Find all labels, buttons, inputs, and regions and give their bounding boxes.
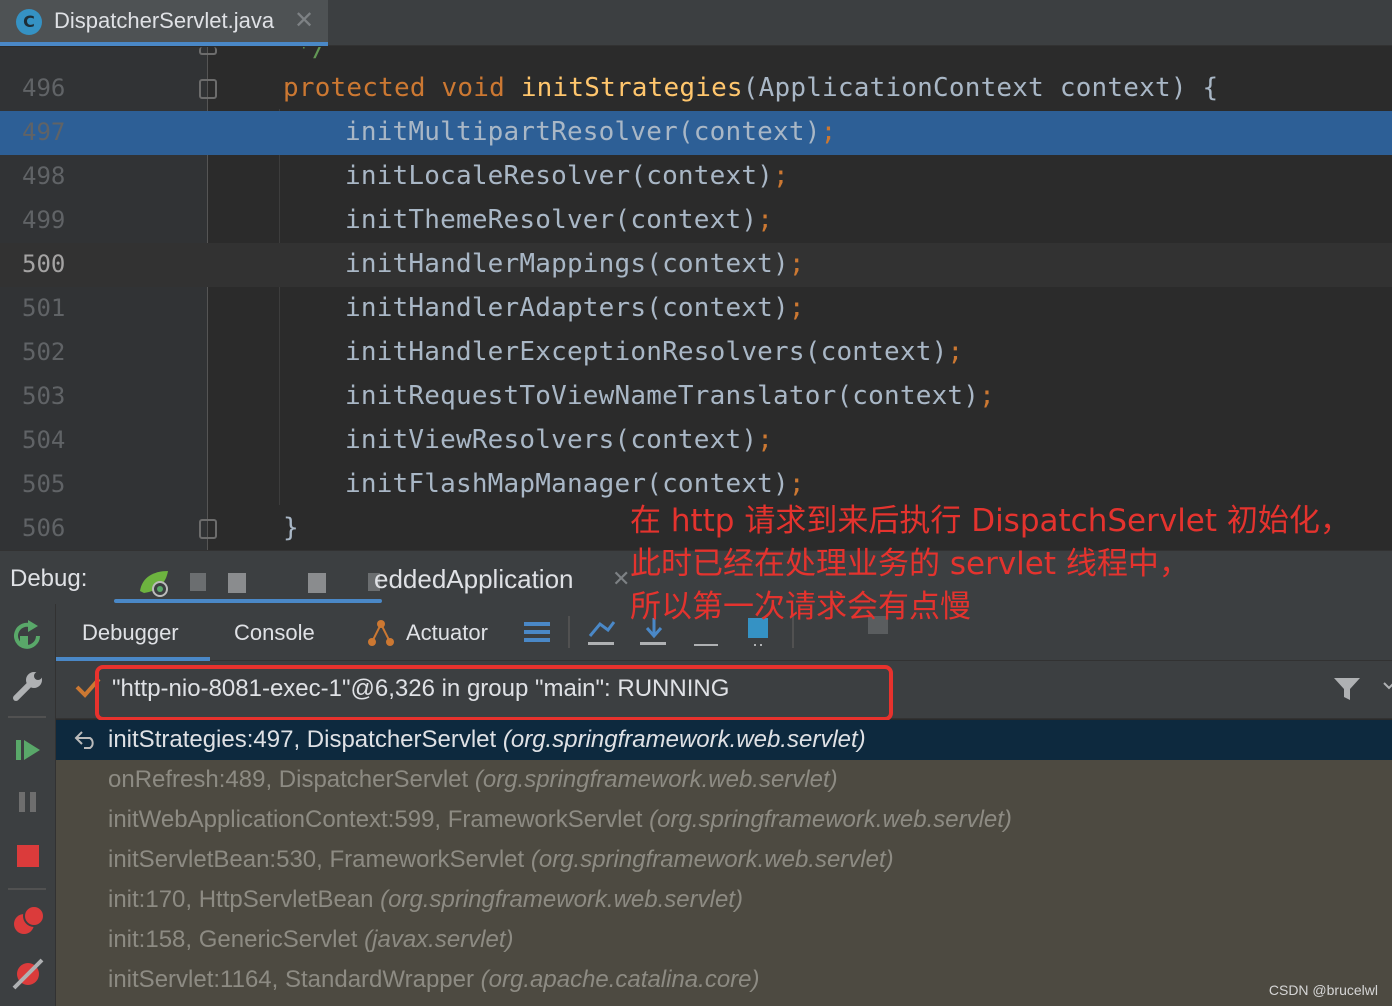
- line-number[interactable]: 504: [22, 426, 65, 454]
- code-line-498: 498 initLocaleResolver(context);: [0, 155, 1392, 199]
- toolbar-separator: [568, 616, 570, 648]
- line-number[interactable]: 503: [22, 382, 65, 410]
- code-line-504: 504 initViewResolvers(context);: [0, 419, 1392, 463]
- comment-end: */: [296, 47, 328, 63]
- redacted-block: [228, 573, 246, 593]
- code-line-497-execution-point: 497 initMultipartResolver(context);: [0, 111, 1392, 155]
- code-text: initHandlerAdapters(context);: [345, 293, 805, 323]
- frame-label: initServletBean:530, FrameworkServlet (o…: [108, 846, 894, 873]
- red-annotation-text: 在 http 请求到来后执行 DispatchServlet 初始化， 此时已经…: [630, 500, 1351, 629]
- close-icon[interactable]: ✕: [612, 567, 630, 592]
- toolbar-separator: [8, 888, 46, 890]
- fold-marker-icon[interactable]: [199, 79, 217, 99]
- close-icon[interactable]: ✕: [294, 6, 314, 34]
- frame-label: initStrategies:497, DispatcherServlet (o…: [108, 726, 866, 753]
- debug-side-toolbar: [0, 604, 56, 1006]
- tab-actuator[interactable]: Actuator: [406, 620, 488, 646]
- code-editor[interactable]: */ 496 protected void initStrategies(App…: [0, 47, 1392, 550]
- code-text: initViewResolvers(context);: [345, 425, 774, 455]
- code-text: initFlashMapManager(context);: [345, 469, 805, 499]
- line-number[interactable]: 498: [22, 162, 65, 190]
- annotation-highlight-box: [95, 665, 893, 721]
- code-line-503: 503 initRequestToViewNameTranslator(cont…: [0, 375, 1392, 419]
- watermark: CSDN @brucelwl: [1268, 982, 1378, 998]
- code-line-499: 499 initThemeResolver(context);: [0, 199, 1392, 243]
- show-execution-point-icon[interactable]: [584, 614, 620, 650]
- code-line-partial: */: [0, 47, 1392, 69]
- line-number[interactable]: 502: [22, 338, 65, 366]
- fold-marker-icon[interactable]: [199, 519, 217, 539]
- chevron-down-icon[interactable]: [1382, 675, 1392, 695]
- stop-icon[interactable]: [8, 836, 48, 876]
- stack-frame-row[interactable]: initWebApplicationContext:599, Framework…: [56, 800, 1392, 840]
- frame-label: init:158, GenericServlet (javax.servlet): [108, 926, 514, 953]
- line-number[interactable]: 500: [22, 250, 65, 278]
- annotation-line-3: 所以第一次请求会有点慢: [630, 589, 971, 625]
- view-breakpoints-icon[interactable]: [8, 900, 48, 940]
- code-text: initThemeResolver(context);: [345, 205, 774, 235]
- run-configuration-tab-label[interactable]: eddedApplication: [374, 564, 574, 595]
- stack-frame-row[interactable]: initStrategies:497, DispatcherServlet (o…: [56, 720, 1392, 760]
- annotation-line-1: 在 http 请求到来后执行 DispatchServlet 初始化，: [630, 503, 1351, 539]
- java-class-icon: C: [16, 9, 42, 35]
- frame-label: initServlet:1164, StandardWrapper (org.a…: [108, 966, 760, 993]
- line-number[interactable]: 496: [22, 74, 65, 102]
- stack-frames-list: initStrategies:497, DispatcherServlet (o…: [56, 720, 1392, 1006]
- active-run-tab-indicator: [114, 599, 382, 603]
- frame-label: init:170, HttpServletBean (org.springfra…: [108, 886, 743, 913]
- fold-marker-icon[interactable]: [199, 47, 217, 55]
- tab-debugger[interactable]: Debugger: [82, 620, 179, 646]
- code-line-502: 502 initHandlerExceptionResolvers(contex…: [0, 331, 1392, 375]
- return-arrow-icon: [74, 731, 94, 749]
- debug-title: Debug:: [10, 565, 88, 592]
- line-number[interactable]: 501: [22, 294, 65, 322]
- code-line-496: 496 protected void initStrategies(Applic…: [0, 67, 1392, 111]
- line-number[interactable]: 505: [22, 470, 65, 498]
- pause-program-icon[interactable]: [8, 782, 48, 822]
- filter-icon[interactable]: [1332, 675, 1362, 703]
- editor-tab-bar: C DispatcherServlet.java ✕: [0, 0, 1392, 46]
- wrench-icon[interactable]: [8, 666, 48, 706]
- code-line-500-caret: 500 initHandlerMappings(context);: [0, 243, 1392, 287]
- frame-label: initWebApplicationContext:599, Framework…: [108, 806, 1012, 833]
- code-text: initHandlerMappings(context);: [345, 249, 805, 279]
- stack-frame-row[interactable]: onRefresh:489, DispatcherServlet (org.sp…: [56, 760, 1392, 800]
- code-text: protected void initStrategies(Applicatio…: [283, 73, 1219, 103]
- actuator-icon[interactable]: [364, 616, 398, 650]
- code-line-501: 501 initHandlerAdapters(context);: [0, 287, 1392, 331]
- frame-label: onRefresh:489, DispatcherServlet (org.sp…: [108, 766, 838, 793]
- stack-frame-row[interactable]: init:170, HttpServletBean (org.springfra…: [56, 880, 1392, 920]
- redacted-block: [190, 573, 206, 591]
- stack-frame-row[interactable]: initServlet:1164, StandardWrapper (org.a…: [56, 960, 1392, 1000]
- annotation-line-2: 此时已经在处理业务的 servlet 线程中，: [630, 546, 1190, 582]
- line-number[interactable]: 497: [22, 118, 65, 146]
- resume-program-icon[interactable]: [8, 730, 48, 770]
- line-number[interactable]: 499: [22, 206, 65, 234]
- rerun-icon[interactable]: [8, 616, 48, 656]
- editor-tab-label: DispatcherServlet.java: [54, 8, 275, 33]
- code-text: initMultipartResolver(context);: [345, 117, 837, 147]
- layout-menu-icon[interactable]: [520, 614, 556, 650]
- toolbar-separator: [8, 716, 46, 718]
- line-number[interactable]: 506: [22, 514, 65, 542]
- code-text: initRequestToViewNameTranslator(context)…: [345, 381, 995, 411]
- stack-frame-row[interactable]: initServletBean:530, FrameworkServlet (o…: [56, 840, 1392, 880]
- editor-tab-dispatcherservlet[interactable]: C DispatcherServlet.java ✕: [0, 0, 328, 46]
- redacted-block: [308, 573, 326, 593]
- code-text: initLocaleResolver(context);: [345, 161, 789, 191]
- code-text: initHandlerExceptionResolvers(context);: [345, 337, 964, 367]
- stack-frame-row[interactable]: init:158, GenericServlet (javax.servlet): [56, 920, 1392, 960]
- thread-selector[interactable]: "http-nio-8081-exec-1"@6,326 in group "m…: [56, 661, 1392, 721]
- code-text: }: [283, 513, 299, 543]
- spring-boot-debug-icon: [140, 571, 168, 597]
- tab-console[interactable]: Console: [234, 620, 315, 646]
- mute-breakpoints-icon[interactable]: [8, 954, 48, 994]
